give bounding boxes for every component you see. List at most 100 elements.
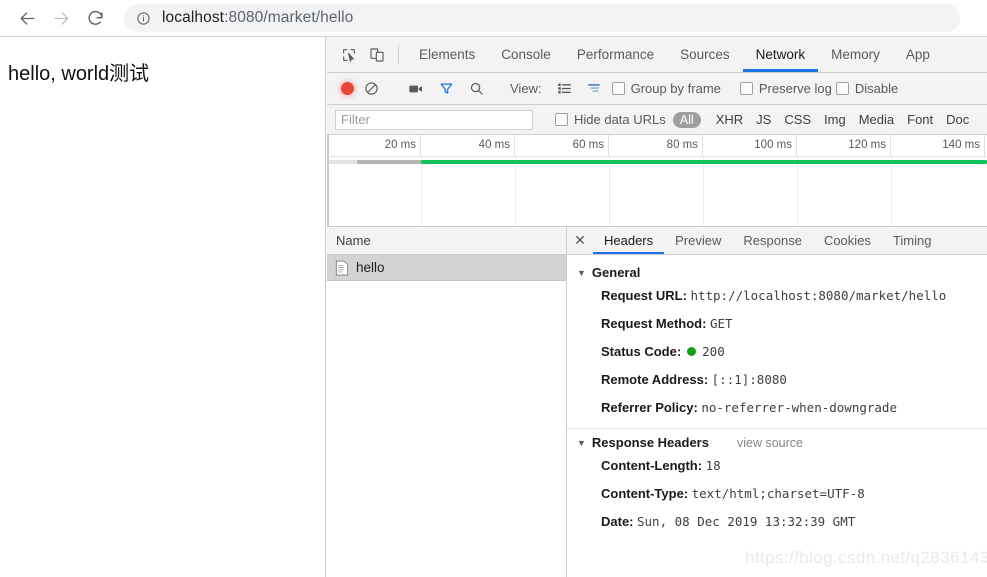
header-name: Content-Type: (601, 486, 689, 501)
preserve-log-checkbox[interactable]: Preserve log (739, 81, 832, 96)
detail-tab-cookies[interactable]: Cookies (813, 227, 882, 254)
overview-ruler: 20 ms 40 ms 60 ms 80 ms 100 ms 120 ms 14… (327, 135, 987, 157)
overview-gridline (797, 157, 798, 226)
filter-funnel-icon[interactable] (433, 76, 459, 102)
filter-type-xhr[interactable]: XHR (716, 112, 743, 127)
detail-tab-response[interactable]: Response (732, 227, 813, 254)
headers-content: ▼ General Request URL: http://localhost:… (567, 255, 987, 577)
devtools-tabstrip: Elements Console Performance Sources Net… (327, 37, 987, 73)
detail-tab-label: Preview (675, 233, 722, 248)
close-icon[interactable]: ✕ (567, 227, 593, 254)
overview-gridline (421, 157, 422, 226)
camera-filmstrip-icon[interactable] (403, 76, 429, 102)
detail-tab-timing[interactable]: Timing (882, 227, 943, 254)
header-row-date: Date: Sun, 08 Dec 2019 13:32:39 GMT (567, 508, 987, 536)
network-split-view: Name hello ✕ Headers Preview Response Co… (327, 227, 987, 577)
tab-application[interactable]: App (893, 37, 943, 72)
section-response-headers-header[interactable]: ▼ Response Headers view source (567, 433, 987, 452)
chevron-down-icon: ▼ (577, 267, 586, 278)
filter-type-css[interactable]: CSS (784, 112, 811, 127)
header-name: Content-Length: (601, 458, 703, 473)
screenshot-root: localhost:8080/market/hello hello, world… (0, 0, 987, 577)
filter-type-doc[interactable]: Doc (946, 112, 969, 127)
url-path: :8080/market/hello (224, 9, 354, 26)
header-name: Request Method: (601, 316, 707, 331)
view-label: View: (510, 81, 542, 96)
header-row-content-type: Content-Type: text/html;charset=UTF-8 (567, 480, 987, 508)
record-button-icon[interactable] (341, 82, 354, 95)
filter-type-media[interactable]: Media (859, 112, 894, 127)
url-host: localhost (162, 9, 225, 26)
list-view-icon[interactable] (552, 76, 578, 102)
checkbox-box[interactable] (739, 82, 753, 95)
filter-input[interactable]: Filter (335, 109, 533, 130)
address-bar[interactable]: localhost:8080/market/hello (124, 4, 960, 32)
tab-network[interactable]: Network (742, 37, 819, 72)
request-name: hello (356, 260, 385, 275)
tab-label: Elements (419, 47, 476, 62)
overview-queueing-bar (329, 160, 357, 164)
waterfall-view-icon[interactable] (582, 76, 608, 102)
header-row-remote-address: Remote Address: [::1]:8080 (567, 366, 987, 394)
tab-sources[interactable]: Sources (667, 37, 743, 72)
tab-label: Sources (680, 47, 730, 62)
overview-tick: 140 ms (891, 135, 985, 157)
header-row-content-length: Content-Length: 18 (567, 452, 987, 480)
section-title: General (591, 265, 641, 280)
back-icon[interactable] (10, 1, 44, 35)
search-icon[interactable] (463, 76, 489, 102)
filter-placeholder: Filter (341, 112, 370, 127)
device-toolbar-icon[interactable] (363, 37, 391, 72)
network-filter-row: Filter Hide data URLs All XHR JS CSS Img… (327, 105, 987, 135)
overview-gridline (515, 157, 516, 226)
group-by-frame-checkbox[interactable]: Group by frame (611, 81, 721, 96)
header-name: Referrer Policy: (601, 400, 698, 415)
column-header-name: Name (336, 233, 371, 248)
overview-network-line (421, 160, 987, 164)
devtools-panel: Elements Console Performance Sources Net… (327, 37, 987, 577)
header-row-status-code: Status Code: 200 (567, 338, 987, 366)
table-row[interactable]: hello (327, 255, 566, 281)
view-source-link[interactable]: view source (737, 436, 803, 450)
reload-icon[interactable] (78, 1, 112, 35)
filter-type-img[interactable]: Img (824, 112, 846, 127)
overview-tick: 80 ms (609, 135, 703, 157)
detail-tab-headers[interactable]: Headers (593, 227, 665, 254)
forward-icon[interactable] (44, 1, 78, 35)
tab-label: App (905, 47, 930, 62)
tab-console[interactable]: Console (488, 37, 564, 72)
chevron-down-icon: ▼ (577, 437, 586, 448)
clear-icon[interactable] (358, 76, 384, 102)
filter-type-font[interactable]: Font (907, 112, 933, 127)
network-overview-timeline[interactable]: 20 ms 40 ms 60 ms 80 ms 100 ms 120 ms 14… (327, 135, 987, 227)
checkbox-box[interactable] (835, 82, 849, 95)
overview-stalled-bar (357, 160, 421, 164)
request-list-column-header[interactable]: Name (327, 227, 566, 255)
disable-cache-checkbox[interactable]: Disable (835, 81, 899, 96)
overview-gridline (891, 157, 892, 226)
header-name: Request URL: (601, 288, 687, 303)
filter-type-js[interactable]: JS (756, 112, 771, 127)
tab-elements[interactable]: Elements (406, 37, 488, 72)
section-general-header[interactable]: ▼ General (567, 263, 987, 282)
header-value: no-referrer-when-downgrade (701, 400, 897, 415)
disable-cache-label: Disable (854, 81, 899, 96)
overview-tick: 40 ms (421, 135, 515, 157)
tab-performance[interactable]: Performance (564, 37, 667, 72)
status-badge (686, 347, 696, 357)
detail-tab-preview[interactable]: Preview (664, 227, 732, 254)
header-row-request-url: Request URL: http://localhost:8080/marke… (567, 282, 987, 310)
hide-data-urls-checkbox[interactable]: Hide data URLs (555, 112, 666, 127)
tab-memory[interactable]: Memory (818, 37, 893, 72)
checkbox-box[interactable] (555, 113, 568, 126)
header-value: GET (709, 316, 733, 331)
inspect-element-icon[interactable] (335, 37, 363, 72)
checkbox-box[interactable] (611, 82, 625, 95)
address-bar-url: localhost:8080/market/hello (162, 9, 353, 27)
filter-type-all[interactable]: All (672, 111, 701, 128)
page-content-text: hello, world测试 (8, 63, 150, 85)
preserve-log-label: Preserve log (758, 81, 832, 96)
info-circle-icon[interactable] (136, 11, 151, 26)
header-name: Date: (601, 514, 634, 529)
tab-label: Performance (576, 47, 655, 62)
